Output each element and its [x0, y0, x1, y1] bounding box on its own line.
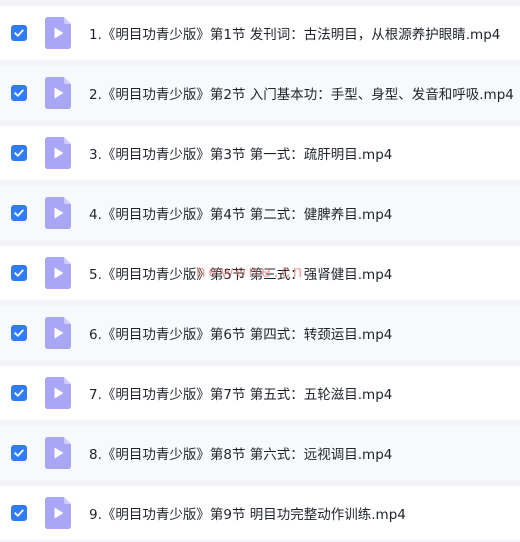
video-file-icon[interactable] — [45, 497, 71, 529]
video-file-icon[interactable] — [45, 137, 71, 169]
file-name[interactable]: 9.《明目功青少版》第9节 明目功完整动作训练.mp4 — [89, 503, 406, 523]
file-row[interactable]: 1.《明目功青少版》第1节 发刊词：古法明目，从根源养护眼睛.mp4 — [0, 6, 520, 60]
file-name[interactable]: 4.《明目功青少版》第4节 第二式：健脾养目.mp4 — [89, 203, 392, 223]
check-icon[interactable] — [11, 25, 27, 41]
file-name[interactable]: 3.《明目功青少版》第3节 第一式：疏肝明目.mp4 — [89, 143, 392, 163]
file-row[interactable]: 8.《明目功青少版》第8节 第六式：远视调目.mp4 — [0, 426, 520, 480]
file-row[interactable]: 6.《明目功青少版》第6节 第四式：转颈运目.mp4 — [0, 306, 520, 360]
check-icon[interactable] — [11, 145, 27, 161]
file-name[interactable]: 5.《明目功青少版》第5节 第三式：强肾健目.mp4 — [89, 263, 392, 283]
file-row[interactable]: 3.《明目功青少版》第3节 第一式：疏肝明目.mp4 — [0, 126, 520, 180]
file-list: 1.《明目功青少版》第1节 发刊词：古法明目，从根源养护眼睛.mp4 2.《明目… — [0, 6, 520, 542]
check-icon[interactable] — [11, 325, 27, 341]
video-file-icon[interactable] — [45, 437, 71, 469]
check-icon[interactable] — [11, 505, 27, 521]
file-row[interactable]: 4.《明目功青少版》第4节 第二式：健脾养目.mp4 — [0, 186, 520, 240]
video-file-icon[interactable] — [45, 17, 71, 49]
file-name[interactable]: 8.《明目功青少版》第8节 第六式：远视调目.mp4 — [89, 443, 392, 463]
video-file-icon[interactable] — [45, 77, 71, 109]
file-row[interactable]: 2.《明目功青少版》第2节 入门基本功：手型、身型、发音和呼吸.mp4 — [0, 66, 520, 120]
check-icon[interactable] — [11, 205, 27, 221]
file-row[interactable]: 9.《明目功青少版》第9节 明目功完整动作训练.mp4 — [0, 486, 520, 540]
file-row[interactable]: 7.《明目功青少版》第7节 第五式：五轮滋目.mp4 — [0, 366, 520, 420]
video-file-icon[interactable] — [45, 257, 71, 289]
file-row[interactable]: 5.《明目功青少版》第5节 第三式：强肾健目.mp4 — [0, 246, 520, 300]
video-file-icon[interactable] — [45, 377, 71, 409]
file-name[interactable]: 2.《明目功青少版》第2节 入门基本功：手型、身型、发音和呼吸.mp4 — [89, 83, 514, 103]
check-icon[interactable] — [11, 265, 27, 281]
video-file-icon[interactable] — [45, 197, 71, 229]
video-file-icon[interactable] — [45, 317, 71, 349]
file-name[interactable]: 1.《明目功青少版》第1节 发刊词：古法明目，从根源养护眼睛.mp4 — [89, 23, 500, 43]
check-icon[interactable] — [11, 445, 27, 461]
check-icon[interactable] — [11, 385, 27, 401]
file-name[interactable]: 7.《明目功青少版》第7节 第五式：五轮滋目.mp4 — [89, 383, 392, 403]
check-icon[interactable] — [11, 85, 27, 101]
file-name[interactable]: 6.《明目功青少版》第6节 第四式：转颈运目.mp4 — [89, 323, 392, 343]
